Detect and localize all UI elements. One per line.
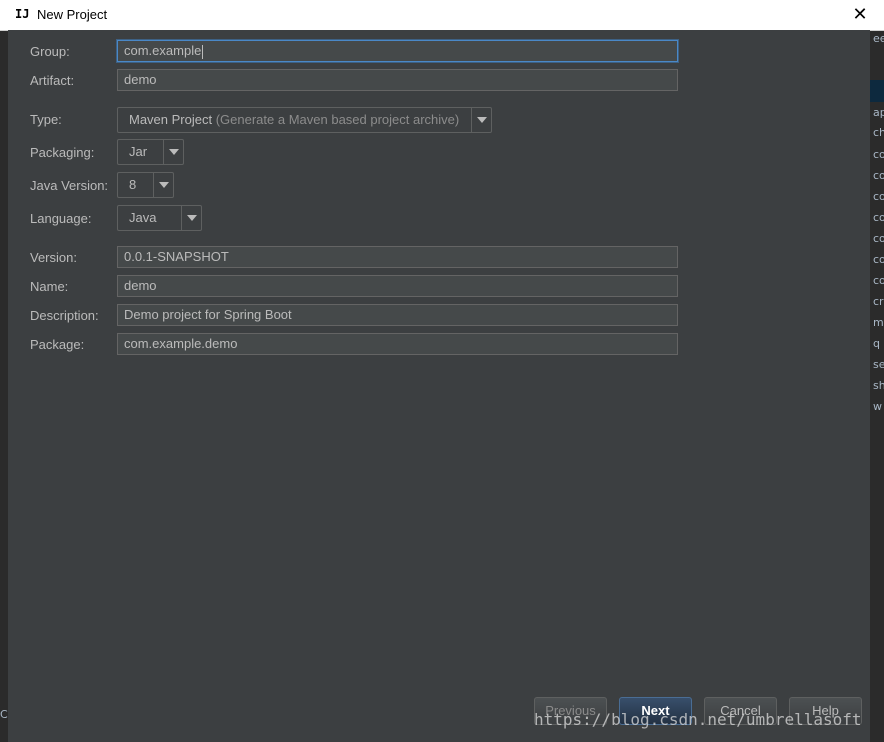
background-fragment: co [873, 232, 884, 245]
background-selection [870, 80, 884, 102]
background-fragment: co [873, 274, 884, 287]
type-dropdown[interactable]: Maven Project (Generate a Maven based pr… [117, 107, 492, 133]
name-label: Name: [30, 279, 69, 294]
text-caret [202, 44, 204, 59]
background-fragment: m [873, 316, 884, 329]
chevron-down-icon[interactable] [181, 206, 201, 230]
group-field[interactable]: com.example [117, 40, 678, 62]
background-fragment: q [873, 337, 880, 350]
background-fragment: ch [873, 126, 884, 139]
chevron-down-icon[interactable] [153, 173, 173, 197]
java-version-value: 8 [129, 177, 137, 192]
group-label: Group: [30, 44, 70, 59]
close-icon[interactable]: ✕ [848, 4, 872, 26]
packaging-label: Packaging: [30, 145, 95, 160]
package-field[interactable]: com.example.demo [117, 333, 678, 355]
new-project-dialog: Group: com.example Artifact: demo Type: … [8, 30, 870, 742]
window-title: New Project [37, 7, 108, 22]
background-fragment: co [873, 253, 884, 266]
background-fragment: ap [873, 106, 884, 119]
name-field[interactable]: demo [117, 275, 678, 297]
version-field[interactable]: 0.0.1-SNAPSHOT [117, 246, 678, 268]
background-ide-left: C [0, 30, 8, 742]
language-label: Language: [30, 211, 92, 226]
background-fragment: C [0, 708, 8, 721]
background-fragment: ee [873, 32, 884, 45]
artifact-label: Artifact: [30, 73, 75, 88]
java-version-label: Java Version: [30, 178, 109, 193]
chevron-down-icon[interactable] [163, 140, 183, 164]
background-fragment: w [873, 400, 882, 413]
type-value: Maven Project (Generate a Maven based pr… [129, 112, 459, 127]
background-fragment: co [873, 148, 884, 161]
group-value: com.example [124, 43, 202, 58]
chevron-down-icon[interactable] [471, 108, 491, 132]
java-version-dropdown[interactable]: 8 [117, 172, 174, 198]
description-label: Description: [30, 308, 99, 323]
packaging-dropdown[interactable]: Jar [117, 139, 184, 165]
background-ide-right: ee ap ch co co co co co co co cr m q se … [870, 30, 884, 742]
type-hint: (Generate a Maven based project archive) [215, 112, 460, 127]
background-fragment: sh [873, 379, 884, 392]
artifact-field[interactable]: demo [117, 69, 678, 91]
background-fragment: cr [873, 295, 884, 308]
watermark: https://blog.csdn.net/umbrellasoft [534, 710, 862, 729]
background-fragment: co [873, 169, 884, 182]
background-fragment: co [873, 190, 884, 203]
window-title-bar[interactable]: IJ New Project ✕ [0, 0, 884, 31]
type-label: Type: [30, 112, 62, 127]
package-label: Package: [30, 337, 85, 352]
background-fragment: co [873, 211, 884, 224]
intellij-icon: IJ [15, 7, 30, 21]
version-label: Version: [30, 250, 77, 265]
language-dropdown[interactable]: Java [117, 205, 202, 231]
background-fragment: se [873, 358, 884, 371]
type-selected: Maven Project [129, 112, 213, 127]
description-field[interactable]: Demo project for Spring Boot [117, 304, 678, 326]
language-value: Java [129, 210, 157, 225]
packaging-value: Jar [129, 144, 148, 159]
